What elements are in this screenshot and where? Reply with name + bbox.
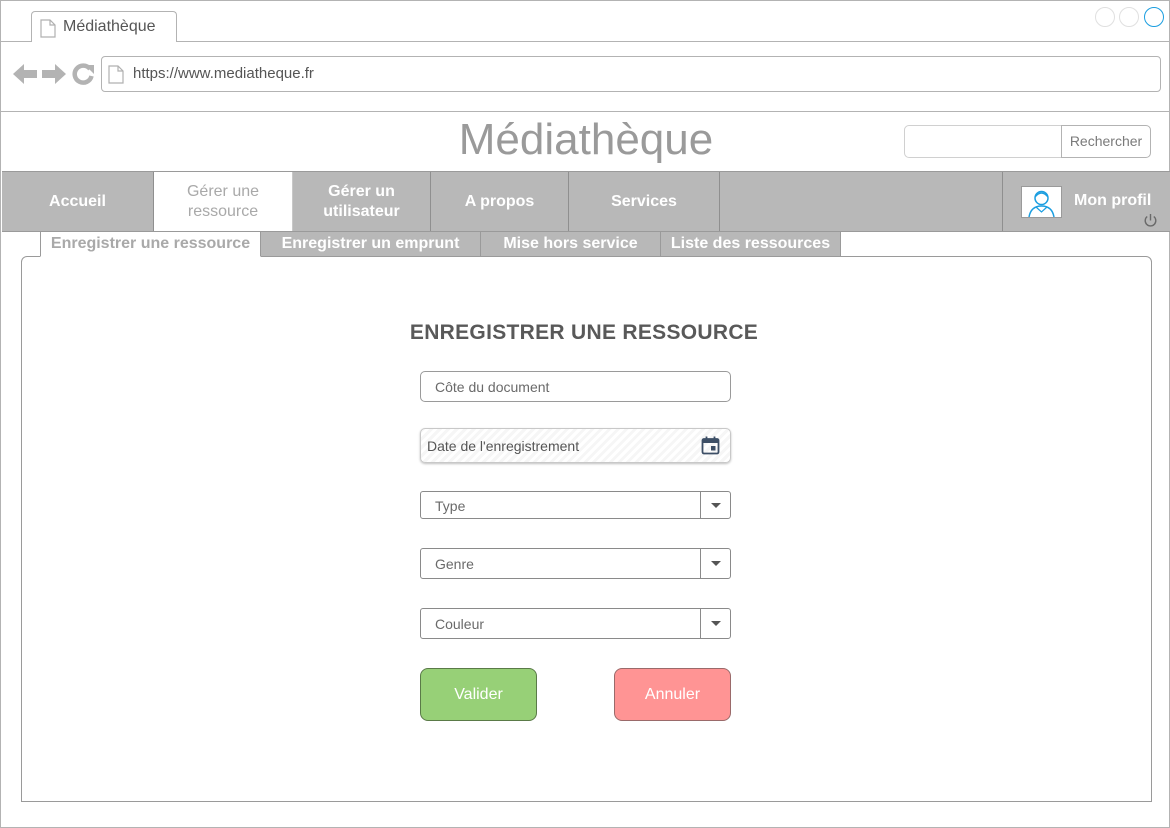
back-arrow-icon[interactable] — [13, 63, 37, 90]
document-icon — [108, 65, 124, 89]
couleur-placeholder: Couleur — [435, 616, 485, 632]
couleur-select[interactable]: Couleur — [420, 608, 731, 639]
date-enregistrement-field[interactable]: Date de l'enregistrement — [420, 428, 731, 463]
profile-menu[interactable]: Mon profil — [1002, 172, 1170, 231]
nav-item-gerer-ressource[interactable]: Gérer une ressource — [154, 172, 293, 231]
cote-document-field[interactable]: Côte du document — [420, 371, 731, 402]
url-text: https://www.mediatheque.fr — [133, 65, 314, 82]
subtab-enregistrer-emprunt[interactable]: Enregistrer un emprunt — [260, 232, 481, 257]
nav-item-services[interactable]: Services — [569, 172, 720, 231]
annuler-button[interactable]: Annuler — [614, 668, 731, 721]
subtab-liste-ressources[interactable]: Liste des ressources — [660, 232, 841, 257]
nav-item-gerer-utilisateur[interactable]: Gérer un utilisateur — [293, 172, 431, 231]
type-placeholder: Type — [435, 498, 466, 514]
date-enregistrement-placeholder: Date de l'enregistrement — [427, 438, 580, 454]
power-icon[interactable] — [1143, 213, 1158, 233]
window-minimize-button[interactable] — [1095, 7, 1115, 27]
tab-title: Médiathèque — [63, 18, 156, 35]
window-close-button[interactable] — [1144, 7, 1164, 27]
calendar-icon[interactable] — [701, 436, 720, 458]
forward-arrow-icon[interactable] — [42, 63, 66, 90]
genre-placeholder: Genre — [435, 556, 474, 572]
subtab-enregistrer-ressource[interactable]: Enregistrer une ressource — [40, 232, 261, 257]
subtab-mise-hors-service[interactable]: Mise hors service — [480, 232, 661, 257]
window-maximize-button[interactable] — [1119, 7, 1139, 27]
form-title: ENREGISTRER UNE RESSOURCE — [409, 321, 759, 344]
main-nav: Accueil Gérer une ressource Gérer un uti… — [2, 171, 1170, 232]
document-icon — [40, 19, 56, 43]
chevron-down-icon — [711, 621, 721, 626]
browser-window: Médiathèque https://www.mediatheque.fr M… — [0, 0, 1170, 828]
chevron-down-icon — [711, 561, 721, 566]
profile-label: Mon profil — [1074, 192, 1152, 209]
search-input[interactable] — [904, 125, 1064, 158]
browser-tab[interactable]: Médiathèque — [31, 11, 177, 42]
address-bar[interactable]: https://www.mediatheque.fr — [101, 56, 1161, 92]
couleur-dropdown-button[interactable] — [700, 609, 730, 638]
chevron-down-icon — [711, 503, 721, 508]
reload-icon[interactable] — [72, 63, 94, 90]
valider-button[interactable]: Valider — [420, 668, 537, 721]
type-dropdown-button[interactable] — [700, 492, 730, 518]
cote-document-placeholder: Côte du document — [435, 379, 550, 395]
search-button[interactable]: Rechercher — [1061, 125, 1151, 158]
nav-item-a-propos[interactable]: A propos — [431, 172, 569, 231]
genre-dropdown-button[interactable] — [700, 549, 730, 578]
type-select[interactable]: Type — [420, 491, 731, 519]
user-avatar-icon — [1021, 186, 1062, 218]
chrome-divider — [1, 111, 1170, 112]
nav-item-accueil[interactable]: Accueil — [2, 172, 154, 231]
genre-select[interactable]: Genre — [420, 548, 731, 579]
